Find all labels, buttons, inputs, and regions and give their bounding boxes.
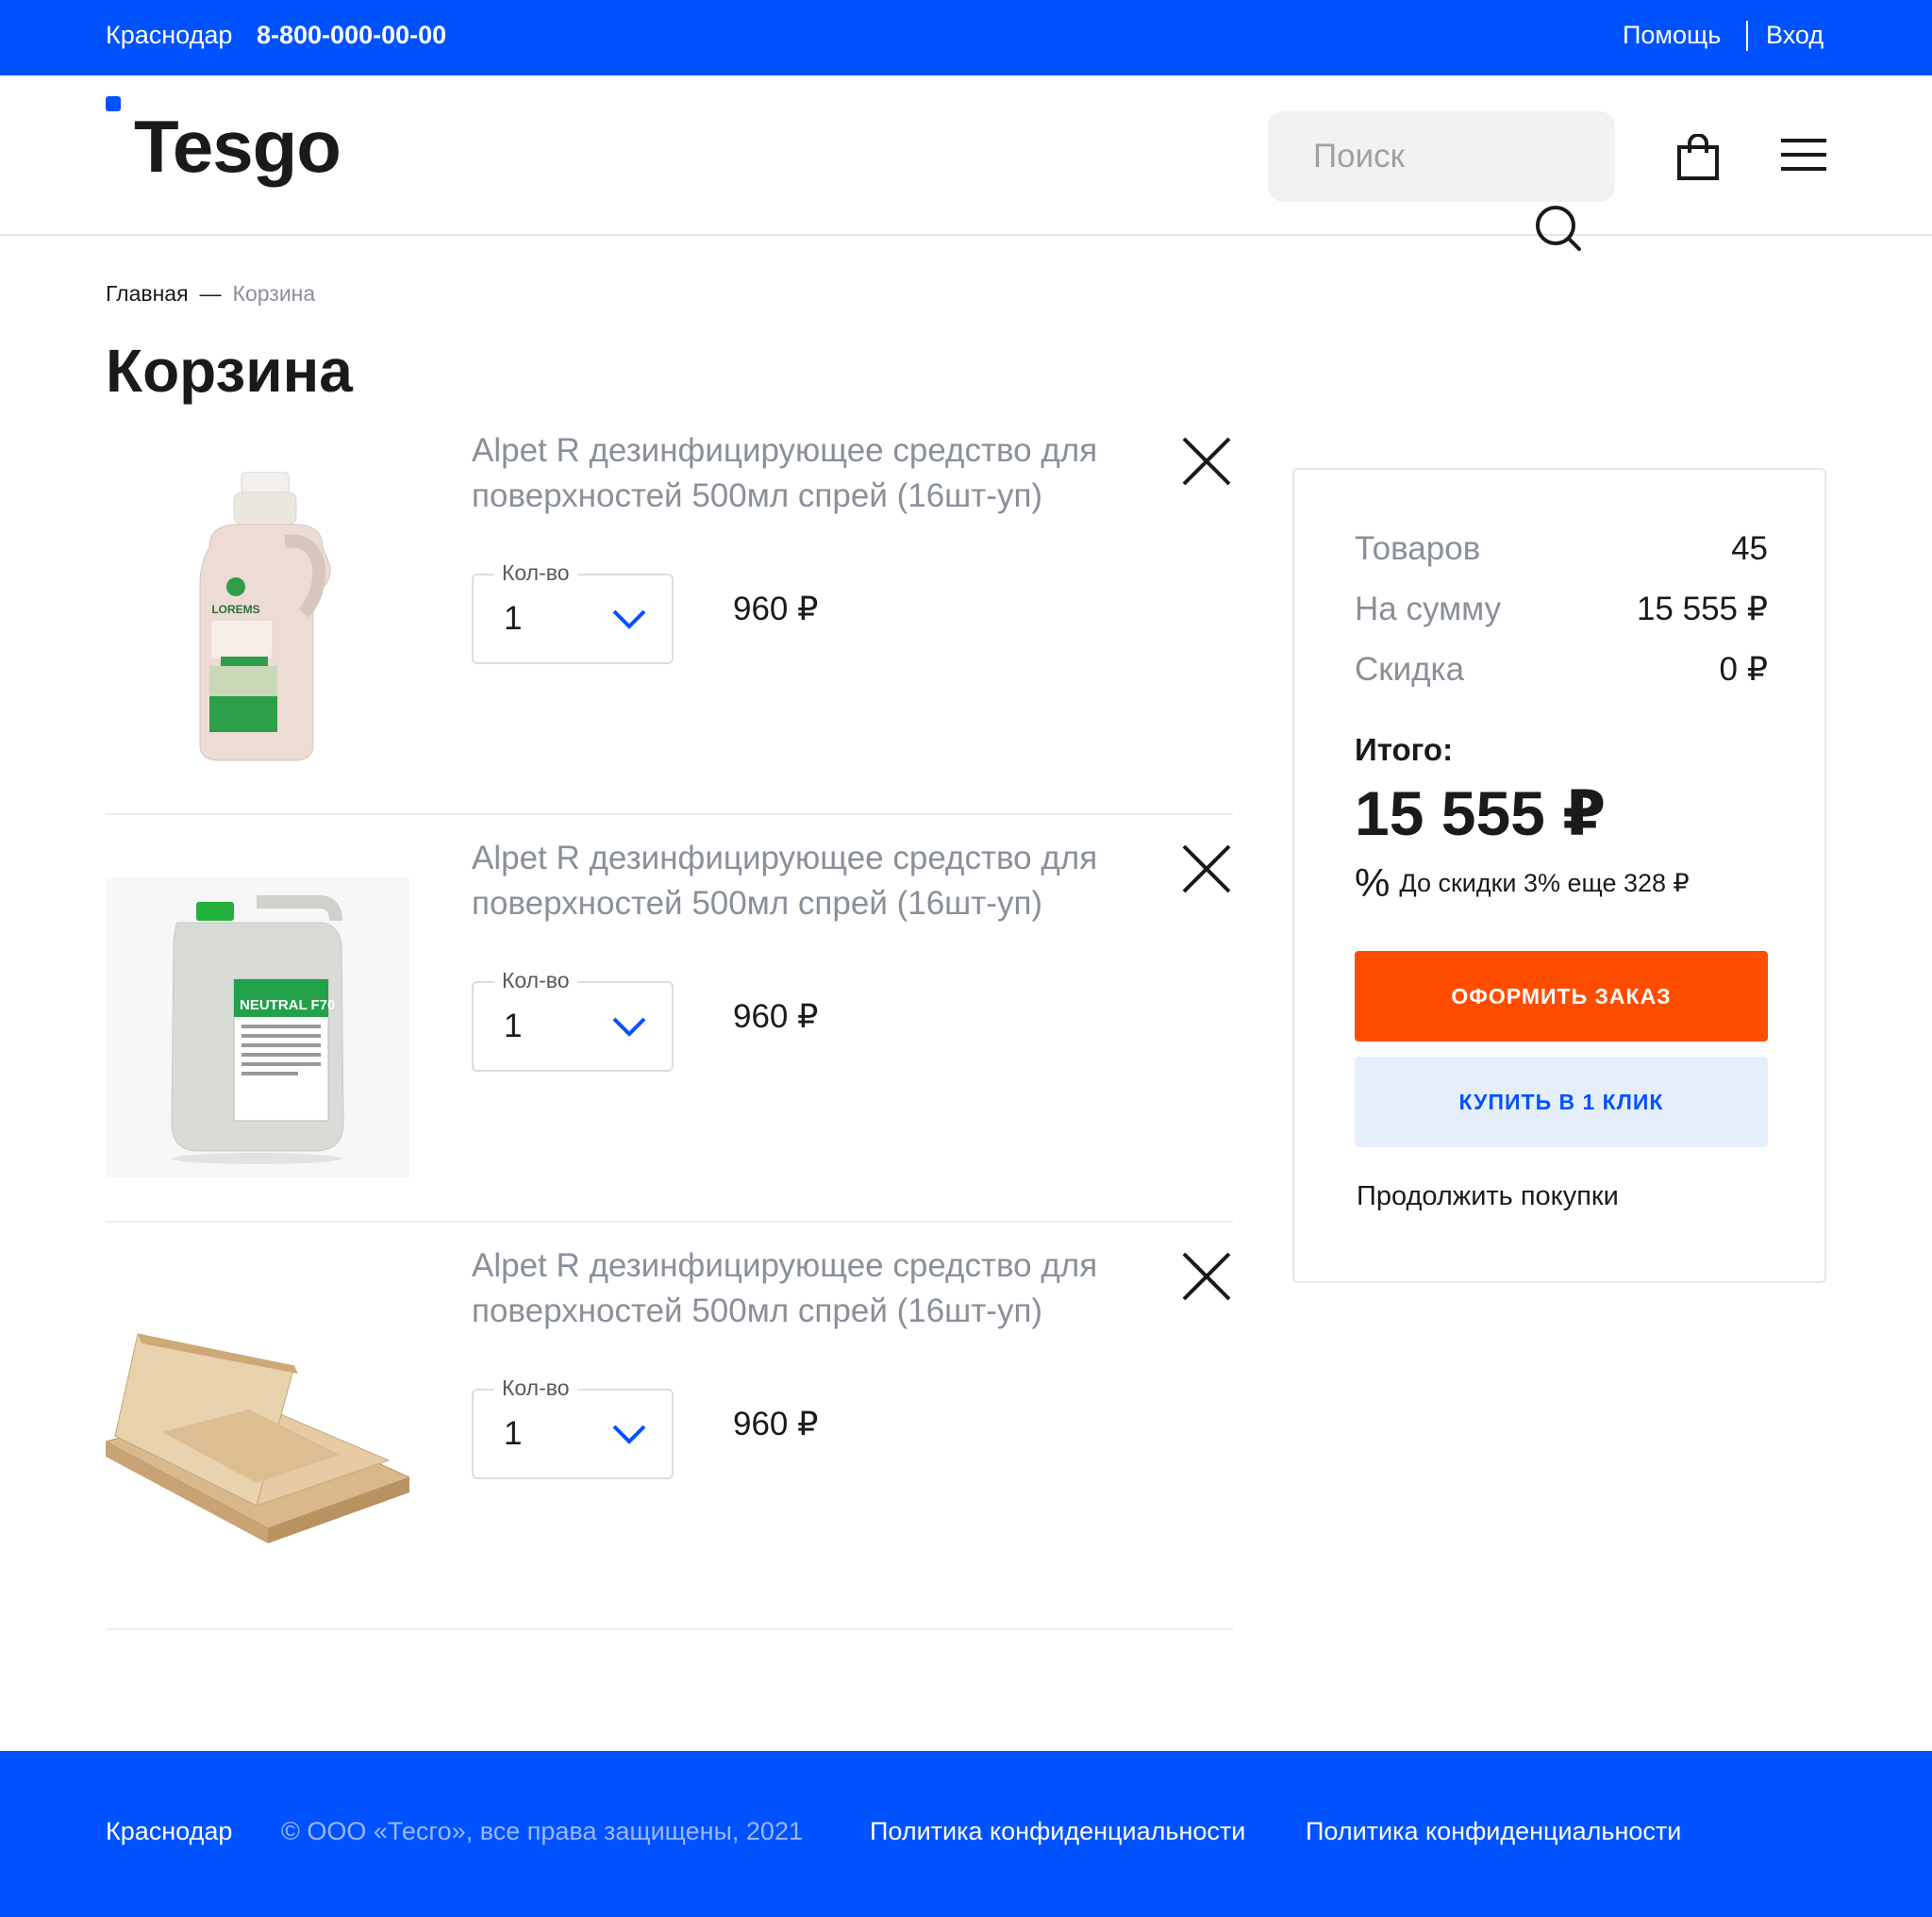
remove-item-icon[interactable]: [1181, 436, 1232, 487]
qty-value: 1: [504, 1415, 523, 1452]
cart-item-title[interactable]: Alpet R дезинфицирующее средство для пов…: [472, 1243, 1170, 1334]
summary-items-row: Товаров 45: [1355, 530, 1768, 568]
logo[interactable]: Tesgo: [134, 104, 341, 190]
site-footer: Краснодар © ООО «Тесго», все права защищ…: [0, 1751, 1932, 1917]
top-bar-divider: [1746, 21, 1748, 51]
cart-item-title[interactable]: Alpet R дезинфицирующее средство для пов…: [472, 836, 1170, 926]
buy-one-click-button[interactable]: КУПИТЬ В 1 КЛИК: [1355, 1057, 1768, 1147]
search-box: [1268, 111, 1615, 202]
product-image-pizza-box[interactable]: [106, 1326, 409, 1543]
login-link[interactable]: Вход: [1766, 21, 1824, 50]
remove-item-icon[interactable]: [1181, 1251, 1232, 1302]
chevron-down-icon: [612, 609, 646, 629]
qty-select[interactable]: 1: [472, 574, 674, 664]
summary-discount-value: 0 ₽: [1719, 651, 1768, 688]
canister-label-text: NEUTRAL F70: [240, 997, 335, 1013]
breadcrumb-home[interactable]: Главная: [106, 281, 189, 306]
checkout-button[interactable]: ОФОРМИТЬ ЗАКАЗ: [1355, 951, 1768, 1042]
breadcrumb-current: Корзина: [232, 281, 316, 306]
summary-items-label: Товаров: [1355, 530, 1481, 567]
continue-shopping-link[interactable]: Продолжить покупки: [1357, 1181, 1619, 1212]
item-price: 960 ₽: [733, 1406, 819, 1442]
summary-discount-label: Скидка: [1355, 651, 1465, 688]
cart-item: Alpet R дезинфицирующее средство для пов…: [106, 1223, 1233, 1630]
menu-icon[interactable]: [1780, 138, 1827, 172]
qty-select[interactable]: 1: [472, 1389, 674, 1479]
summary-sum-label: На сумму: [1355, 591, 1502, 627]
bottle-brand-text: LOREMS: [211, 603, 259, 616]
order-summary: Товаров 45 На сумму 15 555 ₽ Скидка 0 ₽ …: [1292, 468, 1826, 1283]
summary-sum-value: 15 555 ₽: [1636, 591, 1768, 627]
site-header: Tesgo: [0, 75, 1932, 251]
total-value: 15 555 ₽: [1355, 778, 1607, 848]
top-bar: Краснодар 8-800-000-00-00 Помощь Вход: [0, 0, 1932, 75]
chevron-down-icon: [612, 1017, 646, 1037]
search-input[interactable]: [1268, 111, 1532, 202]
discount-hint: % До скидки 3% еще 328 ₽: [1355, 860, 1690, 908]
search-icon[interactable]: [1534, 204, 1583, 253]
footer-privacy-link[interactable]: Политика конфиденциальности: [870, 1817, 1245, 1846]
qty-label: Кол-во: [494, 1375, 577, 1401]
remove-item-icon[interactable]: [1181, 843, 1232, 894]
summary-discount-row: Скидка 0 ₽: [1355, 651, 1768, 689]
qty-label: Кол-во: [494, 968, 577, 993]
discount-hint-text: До скидки 3% еще 328 ₽: [1399, 869, 1690, 898]
qty-value: 1: [504, 600, 523, 637]
bag-icon[interactable]: [1676, 134, 1720, 181]
total-label: Итого:: [1355, 732, 1454, 767]
item-price: 960 ₽: [733, 998, 819, 1035]
breadcrumb-separator: —: [199, 281, 222, 306]
product-image-canister[interactable]: NEUTRAL F70: [106, 877, 409, 1177]
cart-item: LOREMS Alpet R дезинфицирующее средство …: [106, 408, 1233, 815]
breadcrumb: Главная — Корзина: [106, 281, 315, 307]
summary-sum-row: На сумму 15 555 ₽: [1355, 591, 1768, 628]
footer-copyright: © ООО «Тесго», все права защищены, 2021: [281, 1817, 803, 1845]
item-price: 960 ₽: [733, 591, 819, 627]
footer-city[interactable]: Краснодар: [106, 1817, 232, 1846]
summary-items-value: 45: [1731, 530, 1768, 567]
cart-item-title[interactable]: Alpet R дезинфицирующее средство для пов…: [472, 428, 1170, 519]
page-title: Корзина: [106, 337, 353, 405]
help-link[interactable]: Помощь: [1623, 21, 1721, 50]
footer-privacy-link-2[interactable]: Политика конфиденциальности: [1306, 1817, 1681, 1846]
percent-icon: %: [1355, 860, 1391, 905]
qty-label: Кол-во: [494, 560, 577, 586]
product-image-detergent[interactable]: LOREMS: [172, 472, 360, 762]
cart-item: NEUTRAL F70 Alpet R дезинфицирующее сред…: [106, 815, 1233, 1223]
city-selector[interactable]: Краснодар: [106, 21, 232, 50]
qty-select[interactable]: 1: [472, 981, 674, 1072]
logo-dot: [106, 96, 121, 111]
chevron-down-icon: [612, 1425, 646, 1444]
phone-number[interactable]: 8-800-000-00-00: [257, 21, 446, 50]
qty-value: 1: [504, 1008, 523, 1044]
